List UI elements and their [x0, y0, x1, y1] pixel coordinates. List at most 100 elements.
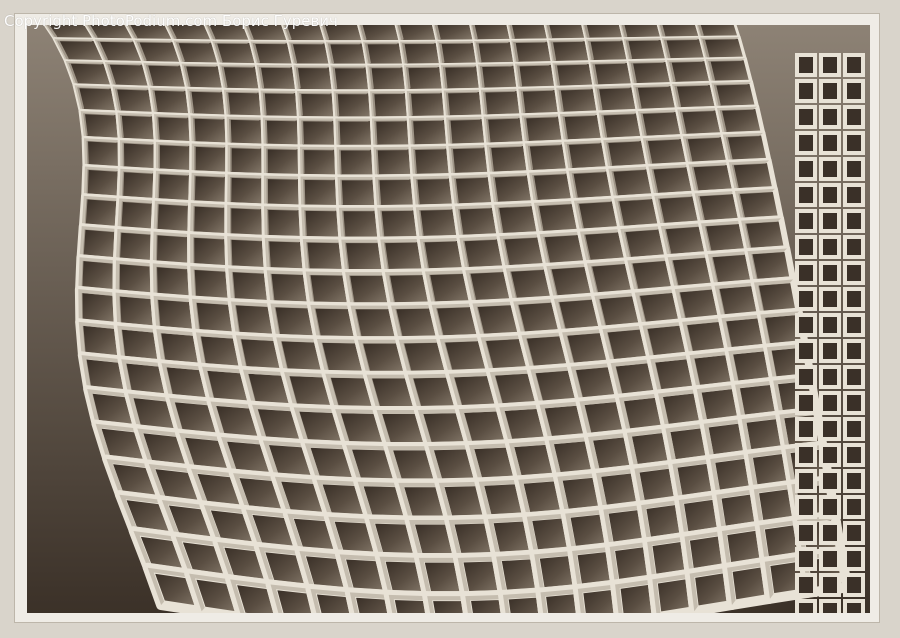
tower-window [843, 495, 865, 519]
tower-window [843, 157, 865, 181]
tower-window [795, 573, 817, 597]
facade-window-cell [295, 88, 338, 121]
tower-window [795, 417, 817, 441]
tower-window [819, 495, 841, 519]
tower-window [819, 79, 841, 103]
tower-window [843, 183, 865, 207]
tower-window [819, 157, 841, 181]
tower-window [795, 53, 817, 77]
tower-window [795, 79, 817, 103]
watermark-text: Copyright PhotoPodium.com Борис Гуревич [4, 12, 338, 30]
tower-window [795, 365, 817, 389]
tower-window [843, 391, 865, 415]
tower-window [843, 209, 865, 233]
facade-window-cell [297, 144, 340, 180]
facade-window-cell [333, 116, 376, 150]
tower-window [843, 547, 865, 571]
tower-window [819, 469, 841, 493]
tower-window [795, 495, 817, 519]
facade-window-cell [188, 170, 231, 208]
facade-window-cell [189, 141, 231, 177]
tower-window [795, 209, 817, 233]
tower-window [843, 261, 865, 285]
facade-window-cell [153, 139, 195, 176]
facade-window-cell [224, 233, 270, 274]
tower-window [843, 105, 865, 129]
tower-window [819, 261, 841, 285]
facade-illustration [27, 25, 870, 613]
tower-window [843, 131, 865, 155]
tower-window [819, 599, 841, 613]
facade-window-cell [296, 115, 339, 150]
tower-window [795, 157, 817, 181]
tower-window [843, 287, 865, 311]
facade-window-cell [188, 113, 230, 148]
tower-window [795, 443, 817, 467]
tower-window [819, 521, 841, 545]
tower-window [843, 339, 865, 363]
tower-window [795, 313, 817, 337]
facade-photo [27, 25, 870, 613]
tower-window [843, 443, 865, 467]
tower-window [819, 287, 841, 311]
facade-window-cell [369, 115, 413, 150]
tower-window [819, 183, 841, 207]
facade-window-cell [406, 115, 451, 149]
facade-window-cell [261, 234, 309, 275]
tower-window [843, 53, 865, 77]
tower-window [795, 547, 817, 571]
tower-window [795, 469, 817, 493]
tower-window [795, 287, 817, 311]
tower-window [819, 131, 841, 155]
tower-window [795, 521, 817, 545]
facade-window-cell [408, 143, 454, 179]
tower-window [819, 365, 841, 389]
facade-window-cell [224, 114, 266, 149]
tower-window [843, 417, 865, 441]
facade-window-cell [334, 174, 380, 211]
tower-window [843, 235, 865, 259]
tower-window [819, 53, 841, 77]
facade-window-cell [372, 173, 419, 211]
tower-window [795, 599, 817, 613]
facade-window-cell [260, 115, 303, 149]
tower-window [795, 105, 817, 129]
tower-window [843, 469, 865, 493]
page: Copyright PhotoPodium.com Борис Гуревич [0, 0, 900, 638]
tower-window [795, 235, 817, 259]
facade-window-cell [261, 203, 306, 242]
tower-window [843, 313, 865, 337]
tower-window [819, 417, 841, 441]
tower-window [795, 391, 817, 415]
tower-window [795, 131, 817, 155]
facade-window-cell [261, 173, 304, 210]
facade-window-cell [334, 144, 378, 180]
tower-window [819, 443, 841, 467]
tower-window [819, 105, 841, 129]
tower-window [819, 573, 841, 597]
facade-window-cell [371, 144, 416, 180]
right-side-grid [795, 53, 865, 613]
facade-window-cell [404, 88, 449, 121]
facade-window-cell [331, 89, 375, 121]
tower-window [843, 599, 865, 613]
tower-window [843, 521, 865, 545]
tower-window [843, 573, 865, 597]
tower-window [819, 547, 841, 571]
facade-window-cell [368, 88, 411, 121]
tower-window [819, 209, 841, 233]
tower-window [795, 261, 817, 285]
tower-window [819, 391, 841, 415]
tower-window [819, 235, 841, 259]
tower-window [795, 183, 817, 207]
facade-window-cell [225, 142, 267, 179]
tower-window [843, 79, 865, 103]
facade-window-cell [261, 143, 303, 179]
facade-window-cell [151, 111, 194, 146]
tower-window [795, 339, 817, 363]
wave-grid [43, 25, 852, 613]
tower-window [843, 365, 865, 389]
facade-window-cell [224, 171, 267, 209]
tower-window [819, 339, 841, 363]
facade-window-cell [297, 173, 342, 211]
